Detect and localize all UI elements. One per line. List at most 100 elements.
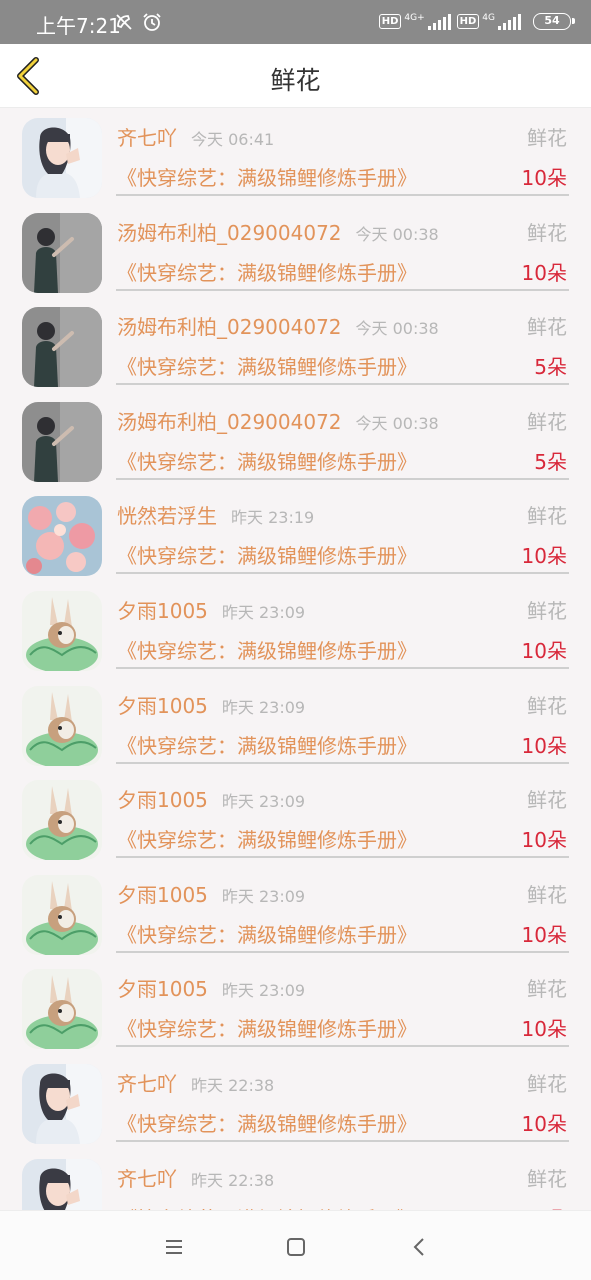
avatar[interactable] <box>22 969 102 1050</box>
list-item[interactable]: 汤姆布利柏_029004072 今天 00:38 鲜花《快穿综艺：满级锦鲤修炼手册》… <box>0 297 591 392</box>
menu-icon <box>166 1240 182 1254</box>
username: 夕雨1005 昨天 23:09 <box>117 788 306 813</box>
gift-amount: 10朵 <box>521 638 567 663</box>
list-item[interactable]: 夕雨1005 昨天 23:09 鲜花《快穿综艺：满级锦鲤修炼手册》 10朵 <box>0 959 591 1054</box>
signal-icon <box>427 13 451 30</box>
gift-type: 鲜花 <box>527 788 567 813</box>
book-title: 《快穿综艺：满级锦鲤修炼手册》 <box>117 544 417 569</box>
avatar[interactable] <box>22 874 102 955</box>
username: 夕雨1005 昨天 23:09 <box>117 598 306 623</box>
menu-button[interactable] <box>162 1235 186 1259</box>
divider <box>116 572 569 575</box>
gift-type: 鲜花 <box>527 1166 567 1191</box>
system-nav-bar <box>0 1210 591 1280</box>
gift-time: 昨天 22:38 <box>191 1075 275 1095</box>
divider <box>116 194 569 196</box>
gift-time: 今天 00:38 <box>355 224 439 244</box>
gift-time: 昨天 23:09 <box>221 602 306 622</box>
avatar[interactable] <box>22 118 102 198</box>
gift-amount: 10朵 <box>521 166 567 190</box>
username: 夕雨1005 昨天 23:09 <box>117 882 306 907</box>
avatar[interactable] <box>22 1158 102 1210</box>
book-title: 《快穿综艺：满级锦鲤修炼手册》 <box>117 260 417 285</box>
gift-amount: 5朵 <box>534 355 567 380</box>
list-item[interactable]: 齐七吖 今天 06:41 鲜花 《快穿综艺：满级锦鲤修炼手册》 10朵 <box>0 108 591 203</box>
list-item[interactable]: 夕雨1005 昨天 23:09 鲜花《快穿综艺：满级锦鲤修炼手册》 10朵 <box>0 865 591 960</box>
gift-type: 鲜花 <box>527 220 567 245</box>
username: 汤姆布利柏_029004072 今天 00:38 <box>117 315 439 340</box>
username: 汤姆布利柏_029004072 今天 00:38 <box>117 409 439 434</box>
divider <box>116 288 569 291</box>
avatar[interactable] <box>22 496 102 577</box>
book-title: 《快穿综艺：满级锦鲤修炼手册》 <box>117 638 417 663</box>
list-item[interactable]: 夕雨1005 昨天 23:09 鲜花 《快穿综艺：满级锦鲤修炼手册》 10朵 <box>0 676 591 771</box>
back-icon <box>413 1238 424 1256</box>
gift-list: 齐七吖 今天 06:41 鲜花 《快穿综艺：满级锦鲤修炼手册》 10朵 汤姆布利柏_029… <box>0 108 591 1210</box>
divider <box>116 1139 569 1142</box>
battery-icon: 54 <box>533 13 575 30</box>
gift-time: 今天 00:38 <box>355 319 439 339</box>
divider <box>116 761 569 764</box>
book-title: 《快穿综艺：满级锦鲤修炼手册》 <box>117 733 417 758</box>
divider <box>116 856 569 859</box>
gift-type: 鲜花 <box>527 598 567 623</box>
book-title: 《快穿综艺：满级锦鲤修炼手册》 <box>117 1017 417 1042</box>
home-button[interactable] <box>284 1235 308 1259</box>
username: 恍然若浮生 昨天 23:19 <box>117 504 315 529</box>
list-item[interactable]: 汤姆布利柏_029004072 今天 00:38 鲜花《快穿综艺：满级锦鲤修炼手册》… <box>0 203 591 298</box>
gift-type: 鲜花 <box>527 315 567 340</box>
page-title: 鲜花 <box>270 66 321 95</box>
gift-amount: 5朵 <box>534 1203 567 1210</box>
avatar[interactable] <box>22 1063 102 1144</box>
avatar[interactable] <box>22 780 102 861</box>
divider <box>116 666 569 669</box>
gift-time: 昨天 23:19 <box>231 508 315 528</box>
gift-time: 昨天 23:09 <box>221 981 306 1001</box>
system-back-button[interactable] <box>407 1235 431 1259</box>
divider <box>116 1045 569 1048</box>
avatar[interactable] <box>22 685 102 766</box>
book-title: 《快穿综艺：满级锦鲤修炼手册》 <box>117 449 417 474</box>
gift-time: 昨天 23:09 <box>221 697 306 717</box>
gift-time: 今天 00:38 <box>355 413 439 433</box>
book-title: 《快穿综艺：满级锦鲤修炼手册》 <box>117 355 417 380</box>
gift-amount: 10朵 <box>521 1017 567 1042</box>
gift-type: 鲜花 <box>527 977 567 1002</box>
gift-time: 今天 06:41 <box>191 130 275 149</box>
gift-type: 鲜花 <box>527 409 567 434</box>
gift-amount: 10朵 <box>521 828 567 853</box>
avatar[interactable] <box>22 401 102 482</box>
network-type: 4G+ <box>404 13 425 23</box>
book-title: 《快穿综艺：满级锦鲤修炼手册》 <box>117 1203 417 1210</box>
username: 夕雨1005 昨天 23:09 <box>117 977 306 1002</box>
status-bar: 上午7:21 HD 4G+ HD 4G 54 <box>0 0 591 44</box>
gift-time: 昨天 22:38 <box>191 1170 275 1190</box>
gift-time: 昨天 23:09 <box>221 886 306 906</box>
book-title: 《快穿综艺：满级锦鲤修炼手册》 <box>117 1111 417 1136</box>
signal-icon <box>498 13 521 30</box>
list-item[interactable]: 汤姆布利柏_029004072 今天 00:38 鲜花《快穿综艺：满级锦鲤修炼手册》… <box>0 392 591 487</box>
no-call-icon <box>114 12 134 37</box>
list-item[interactable]: 夕雨1005 昨天 23:09 鲜花《快穿综艺：满级锦鲤修炼手册》 10朵 <box>0 581 591 676</box>
book-title: 《快穿综艺：满级锦鲤修炼手册》 <box>117 922 417 947</box>
list-item[interactable]: 恍然若浮生 昨天 23:19 鲜花 《快穿综艺：满级锦鲤修炼手册》 10朵 <box>0 486 591 581</box>
list-item[interactable]: 齐七吖 昨天 22:38 鲜花 《快穿综艺：满级锦鲤修炼手册》 10朵 <box>0 1054 591 1149</box>
gift-type: 鲜花 <box>527 882 567 907</box>
avatar[interactable] <box>22 590 102 671</box>
avatar[interactable] <box>22 307 102 388</box>
divider <box>116 383 569 386</box>
gift-amount: 10朵 <box>521 922 567 947</box>
gift-time: 昨天 23:09 <box>221 792 306 812</box>
gift-type: 鲜花 <box>527 693 567 718</box>
gift-amount: 10朵 <box>521 733 567 758</box>
list-item[interactable]: 夕雨1005 昨天 23:09 鲜花《快穿综艺：满级锦鲤修炼手册》 10朵 <box>0 770 591 865</box>
username: 汤姆布利柏_029004072 今天 00:38 <box>117 220 439 245</box>
avatar[interactable] <box>22 212 102 293</box>
hd-badge: HD <box>456 14 480 29</box>
username: 齐七吖 今天 06:41 <box>117 126 275 150</box>
list-item[interactable]: 齐七吖昨天 22:38 鲜花《快穿综艺：满级锦鲤修炼手册》 5朵 <box>0 1149 591 1210</box>
gift-type: 鲜花 <box>527 504 567 529</box>
book-title: 《快穿综艺：满级锦鲤修炼手册》 <box>117 828 417 853</box>
hd-badge: HD <box>378 14 402 29</box>
divider <box>116 950 569 953</box>
